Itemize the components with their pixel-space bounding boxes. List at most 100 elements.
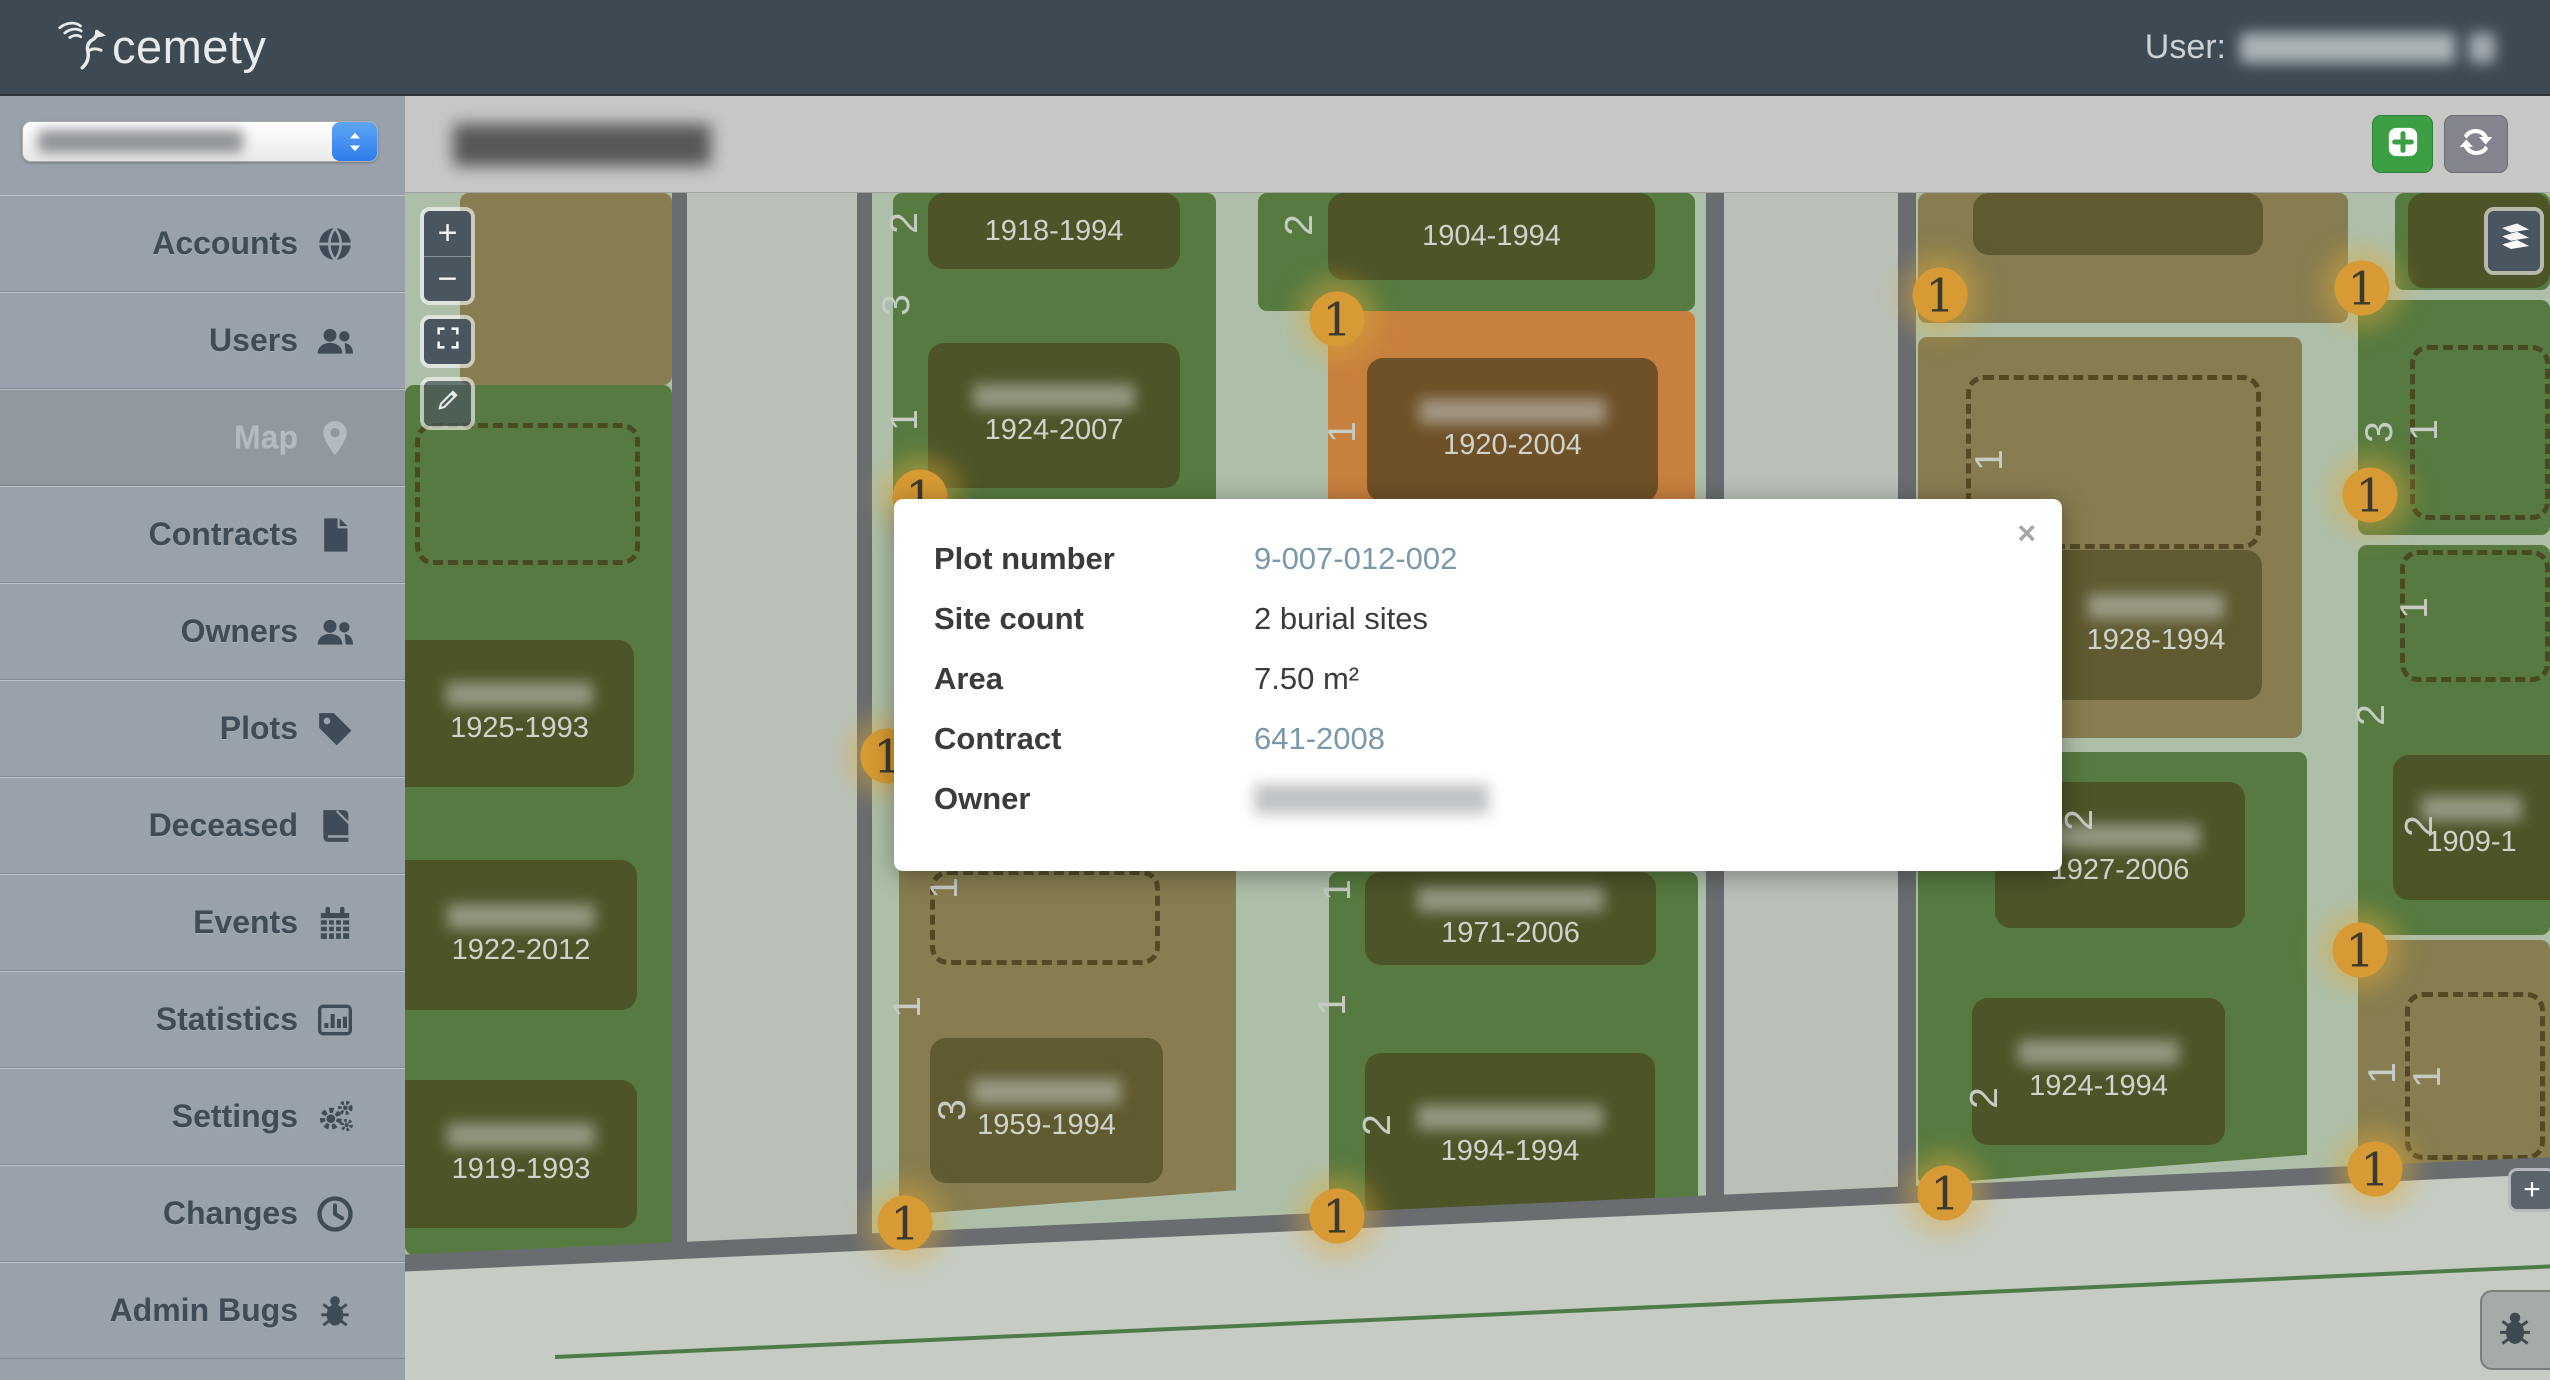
- plot-detail-row: Contract 641-2008: [934, 709, 2022, 769]
- plot-detail-label: Plot number: [934, 541, 1115, 576]
- gears-icon: [315, 1097, 355, 1137]
- sidebar-item-label: Plots: [219, 710, 298, 746]
- burial-site[interactable]: 1928-1994: [2050, 550, 2262, 700]
- sidebar-item-label: Map: [234, 419, 298, 455]
- zoom-out-button[interactable]: −: [424, 256, 471, 301]
- refresh-button[interactable]: [2444, 115, 2508, 173]
- add-plot-mini-button[interactable]: +: [2508, 1168, 2550, 1212]
- plot-group[interactable]: [460, 193, 672, 385]
- cemetery-select[interactable]: [22, 121, 378, 162]
- plus-square-icon: [2383, 122, 2423, 167]
- cluster-marker[interactable]: 1: [2347, 1141, 2403, 1197]
- sidebar-item-contracts[interactable]: Contracts: [0, 486, 405, 583]
- burial-site[interactable]: 1918-1994: [928, 193, 1180, 269]
- row-number-label: 1: [2361, 1062, 2404, 1084]
- sidebar-item-label: Accounts: [152, 225, 298, 261]
- chart-icon: [315, 1000, 355, 1040]
- deceased-dates: 1924-2007: [984, 414, 1124, 446]
- row-number-label: 1: [883, 409, 926, 431]
- cluster-marker[interactable]: 1: [1912, 267, 1968, 323]
- burial-site[interactable]: 1919-1993: [405, 1080, 637, 1228]
- plot-detail-label: Contract: [934, 721, 1062, 756]
- deceased-dates: 1925-1993: [450, 712, 589, 744]
- fullscreen-button[interactable]: [424, 319, 471, 364]
- burial-site[interactable]: 1971-2006: [1365, 872, 1656, 965]
- burial-site[interactable]: 1924-1994: [1972, 998, 2225, 1145]
- deceased-name-blurred: [1417, 887, 1604, 912]
- plot-detail-label: Owner: [934, 781, 1031, 816]
- sidebar-item-statistics[interactable]: Statistics: [0, 971, 405, 1068]
- burial-site[interactable]: 1904-1994: [1328, 193, 1655, 280]
- vacant-site[interactable]: [415, 423, 640, 565]
- zoom-control: + −: [420, 207, 475, 305]
- deceased-dates: 1920-2004: [1443, 428, 1582, 461]
- cluster-marker[interactable]: 1: [2334, 260, 2390, 316]
- up-down-chevrons-icon: [332, 122, 377, 161]
- cluster-marker[interactable]: 1: [1309, 1188, 1365, 1244]
- map-toolbar: [405, 96, 2550, 193]
- cemetery-map[interactable]: 1918-1994 1924-2007 1925-1993 1922-2012 1919…: [405, 193, 2550, 1380]
- sidebar-item-users[interactable]: Users: [0, 292, 405, 389]
- burial-site[interactable]: 1920-2004: [1367, 358, 1658, 502]
- owner-name-blurred: [1254, 784, 1489, 814]
- row-number-label: 2: [2058, 809, 2101, 831]
- brand-name: cemety: [112, 20, 267, 73]
- book-icon: [315, 806, 355, 846]
- cluster-marker[interactable]: 1: [2332, 922, 2388, 978]
- cluster-marker[interactable]: 1: [877, 1195, 933, 1251]
- clock-icon: [315, 1194, 355, 1234]
- plot-detail-row: Owner: [934, 769, 2022, 829]
- sidebar-item-map[interactable]: Map: [0, 389, 405, 486]
- pencil-icon: [434, 384, 462, 423]
- burial-site[interactable]: 1994-1994: [1365, 1053, 1655, 1219]
- edit-button[interactable]: [424, 381, 471, 426]
- cluster-marker[interactable]: 1: [1917, 1165, 1973, 1221]
- deceased-dates: 1919-1993: [451, 1152, 591, 1185]
- cluster-marker[interactable]: 1: [2342, 467, 2398, 523]
- sidebar-item-owners[interactable]: Owners: [0, 583, 405, 680]
- plot-detail-value[interactable]: 641-2008: [1254, 721, 1385, 757]
- burial-site[interactable]: 1922-2012: [405, 860, 637, 1010]
- sidebar-item-plots[interactable]: Plots: [0, 680, 405, 777]
- road-border: [857, 193, 872, 1262]
- sidebar-item-settings[interactable]: Settings: [0, 1068, 405, 1165]
- row-number-label: 2: [2350, 704, 2393, 726]
- report-bug-button[interactable]: [2480, 1290, 2550, 1370]
- deceased-name-blurred: [1419, 398, 1606, 424]
- sidebar-item-changes[interactable]: Changes: [0, 1165, 405, 1262]
- cluster-marker[interactable]: 1: [1309, 291, 1365, 347]
- sidebar-item-label: Owners: [180, 613, 298, 649]
- user-info[interactable]: User:: [2145, 28, 2495, 67]
- sidebar-item-events[interactable]: Events: [0, 874, 405, 971]
- layers-button[interactable]: [2488, 211, 2540, 271]
- burial-site[interactable]: [1973, 193, 2263, 255]
- plot-detail-value[interactable]: 9-007-012-002: [1254, 541, 1457, 577]
- app-logo[interactable]: cemety: [50, 14, 267, 79]
- add-button[interactable]: [2372, 115, 2433, 173]
- bug-icon: [315, 1291, 355, 1331]
- user-name-blurred: [2240, 32, 2455, 63]
- deceased-name-blurred: [446, 1122, 596, 1148]
- bug-icon: [2500, 1307, 2536, 1354]
- zoom-in-button[interactable]: +: [424, 211, 471, 256]
- sidebar-item-accounts[interactable]: Accounts: [0, 195, 405, 292]
- map-title-blurred: [453, 124, 711, 166]
- calendar-icon: [315, 903, 355, 943]
- sidebar: Accounts Users Map Contracts Owners Plots Dece…: [0, 96, 405, 1380]
- sidebar-item-admin-bugs[interactable]: Admin Bugs: [0, 1262, 405, 1359]
- road-border: [672, 193, 687, 1262]
- row-number-label: 2: [1963, 1087, 2006, 1109]
- deceased-name-blurred: [1417, 1104, 1603, 1130]
- layers-icon: [2496, 219, 2532, 264]
- burial-site[interactable]: 1924-2007: [928, 343, 1180, 488]
- row-number-label: 2: [883, 212, 926, 234]
- sidebar-item-label: Deceased: [148, 807, 298, 843]
- sidebar-item-deceased[interactable]: Deceased: [0, 777, 405, 874]
- burial-site[interactable]: 1925-1993: [405, 640, 634, 787]
- deceased-dates: 1994-1994: [1440, 1134, 1580, 1167]
- deceased-name-blurred: [2088, 593, 2224, 619]
- plot-detail-row: Area 7.50 m²: [934, 649, 2022, 709]
- map-marker-icon: [315, 418, 355, 458]
- sidebar-item-label: Events: [193, 904, 298, 940]
- deceased-dates: 1904-1994: [1422, 220, 1561, 252]
